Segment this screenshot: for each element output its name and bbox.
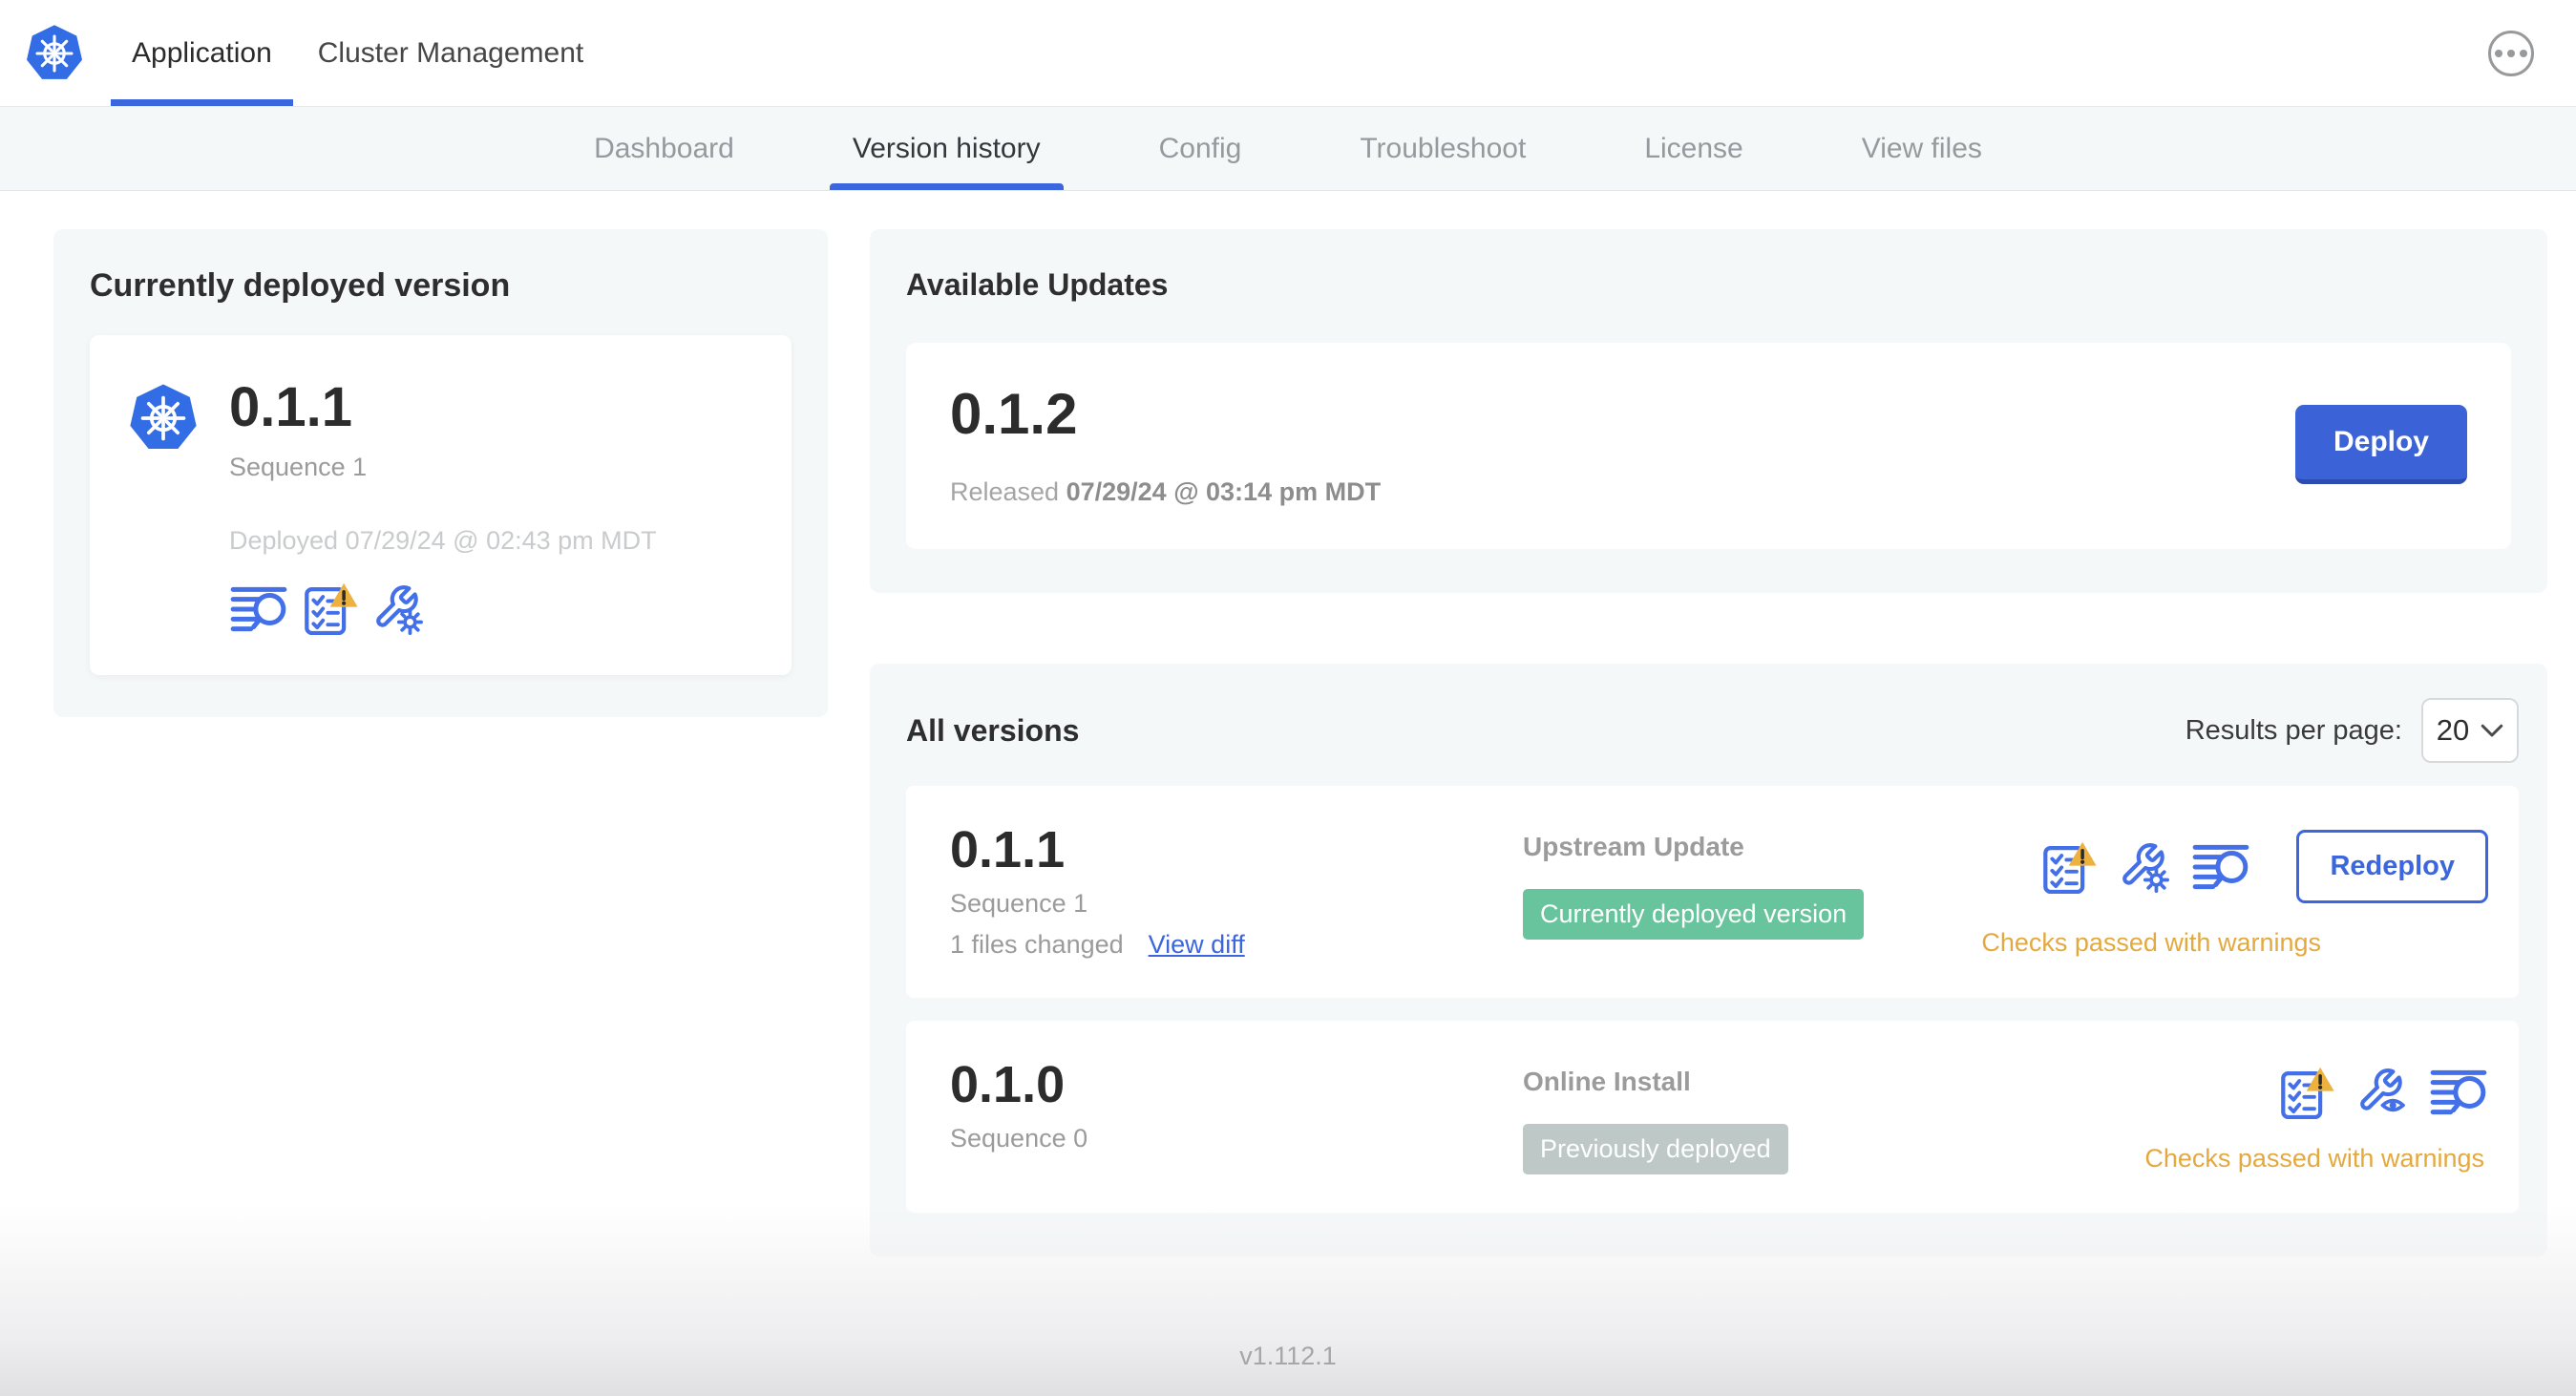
checks-status-text: Checks passed with warnings bbox=[1981, 928, 2321, 957]
released-date: 07/29/24 @ 03:14 pm MDT bbox=[1066, 477, 1382, 506]
results-per-page: Results per page: 20 bbox=[2185, 698, 2519, 763]
all-versions-title: All versions bbox=[906, 712, 1080, 748]
tab-application[interactable]: Application bbox=[109, 0, 295, 106]
deployed-sequence-label: Sequence 1 bbox=[229, 452, 368, 481]
preflight-checks-warning-icon[interactable] bbox=[302, 581, 359, 635]
row-sequence-label: Sequence 1 bbox=[950, 889, 1088, 918]
status-badge-currently-deployed: Currently deployed version bbox=[1523, 889, 1865, 940]
preflight-checks-warning-icon[interactable] bbox=[2040, 839, 2098, 894]
row-version-number: 0.1.0 bbox=[950, 1056, 1066, 1113]
subnav-config[interactable]: Config bbox=[1100, 107, 1301, 190]
console-version: v1.112.1 bbox=[1239, 1342, 1337, 1370]
available-updates-panel: Available Updates 0.1.2 Released 07/29/2… bbox=[870, 229, 2547, 593]
version-row-0-1-0: 0.1.0 Sequence 0 Online Install Previous… bbox=[906, 1021, 2519, 1213]
tab-cluster-management[interactable]: Cluster Management bbox=[295, 0, 606, 106]
update-card: 0.1.2 Released 07/29/24 @ 03:14 pm MDT D… bbox=[906, 343, 2511, 549]
redeploy-button[interactable]: Redeploy bbox=[2296, 830, 2488, 903]
results-per-page-value: 20 bbox=[2436, 713, 2470, 747]
deployed-version-card: 0.1.1 Sequence 1 Deployed 07/29/24 @ 02:… bbox=[90, 335, 792, 675]
app-header: Application Cluster Management bbox=[0, 0, 2576, 107]
preflight-checks-warning-icon[interactable] bbox=[2278, 1065, 2335, 1119]
files-changed-label: 1 files changed bbox=[950, 930, 1124, 959]
chevron-down-icon bbox=[2481, 724, 2503, 738]
deployed-timestamp: Deployed 07/29/24 @ 02:43 pm MDT bbox=[229, 525, 657, 555]
view-logs-icon[interactable] bbox=[229, 583, 288, 635]
main-tabs: Application Cluster Management bbox=[109, 0, 606, 106]
deploy-button[interactable]: Deploy bbox=[2294, 404, 2467, 484]
subnav-view-files[interactable]: View files bbox=[1803, 107, 2041, 190]
row-actions bbox=[2278, 1065, 2488, 1119]
right-column: Available Updates 0.1.2 Released 07/29/2… bbox=[870, 229, 2547, 1257]
more-menu-button[interactable] bbox=[2488, 30, 2534, 76]
subnav-version-history[interactable]: Version history bbox=[793, 107, 1100, 190]
ellipsis-icon bbox=[2495, 49, 2502, 57]
main-content: Currently deployed version 0.1.1 Sequenc… bbox=[0, 191, 2576, 1257]
edit-config-icon[interactable] bbox=[372, 583, 424, 635]
released-prefix: Released bbox=[950, 477, 1060, 506]
subnav-troubleshoot[interactable]: Troubleshoot bbox=[1300, 107, 1585, 190]
results-per-page-label: Results per page: bbox=[2185, 714, 2402, 746]
version-source-label: Online Install bbox=[1523, 1067, 1691, 1096]
kubernetes-logo-icon bbox=[25, 24, 84, 83]
currently-deployed-panel: Currently deployed version 0.1.1 Sequenc… bbox=[53, 229, 828, 717]
deployed-version-number: 0.1.1 bbox=[229, 376, 352, 438]
view-logs-icon[interactable] bbox=[2191, 841, 2250, 893]
edit-config-icon[interactable] bbox=[2119, 841, 2170, 893]
status-badge-previously-deployed: Previously deployed bbox=[1523, 1124, 1788, 1174]
kubernetes-app-icon bbox=[128, 383, 199, 454]
all-versions-panel: All versions Results per page: 20 0.1.1 … bbox=[870, 664, 2547, 1257]
app-subnav: Dashboard Version history Config Trouble… bbox=[0, 107, 2576, 191]
page-footer: v1.112.1 bbox=[0, 1205, 2576, 1396]
results-per-page-select[interactable]: 20 bbox=[2421, 698, 2519, 763]
version-source-label: Upstream Update bbox=[1523, 832, 1744, 861]
view-config-icon[interactable] bbox=[2356, 1067, 2408, 1118]
update-version-number: 0.1.2 bbox=[950, 382, 1078, 446]
row-sequence-label: Sequence 0 bbox=[950, 1124, 1088, 1153]
view-diff-link[interactable]: View diff bbox=[1149, 930, 1245, 960]
subnav-license[interactable]: License bbox=[1585, 107, 1802, 190]
deployed-version-actions bbox=[229, 581, 657, 635]
available-updates-title: Available Updates bbox=[906, 267, 1169, 302]
update-released-line: Released 07/29/24 @ 03:14 pm MDT bbox=[950, 477, 1381, 507]
row-actions: Redeploy bbox=[2040, 830, 2488, 903]
view-logs-icon[interactable] bbox=[2429, 1067, 2488, 1118]
version-row-0-1-1: 0.1.1 Sequence 1 1 files changed View di… bbox=[906, 786, 2519, 998]
checks-status-text: Checks passed with warnings bbox=[2144, 1144, 2484, 1173]
row-version-number: 0.1.1 bbox=[950, 821, 1066, 878]
currently-deployed-title: Currently deployed version bbox=[90, 267, 511, 304]
subnav-dashboard[interactable]: Dashboard bbox=[535, 107, 793, 190]
